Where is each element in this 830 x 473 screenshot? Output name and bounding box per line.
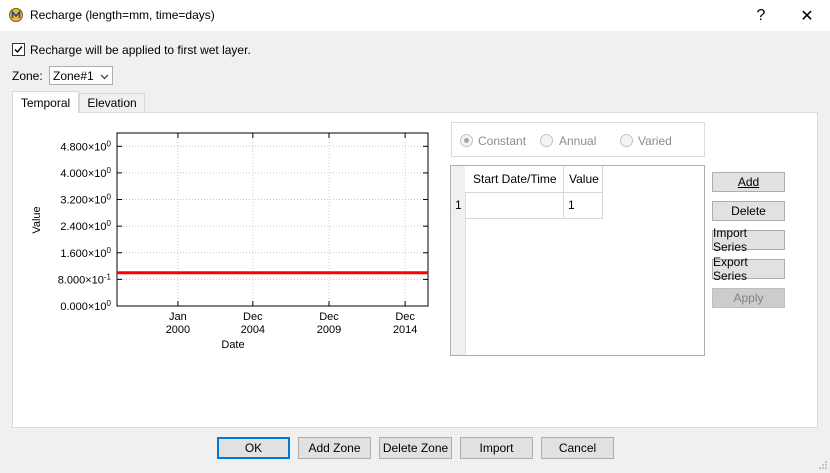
y-tick-label: 4.000×100 — [60, 166, 111, 180]
add-zone-button[interactable]: Add Zone — [298, 437, 371, 459]
checkmark-icon — [14, 46, 23, 54]
tab-temporal[interactable]: Temporal — [12, 91, 79, 113]
apply-first-wet-layer-label[interactable]: Recharge will be applied to first wet la… — [30, 43, 251, 57]
row-header: 1 — [455, 198, 462, 212]
column-header-start-date-label: Start Date/Time — [473, 172, 557, 186]
apply-button-label: Apply — [733, 291, 764, 305]
y-tick-label: 8.000×10-1 — [58, 272, 112, 286]
add-button-label: Add — [737, 175, 760, 189]
constant-label: Constant — [478, 134, 527, 148]
table-cell-start-date[interactable] — [465, 193, 564, 219]
y-tick-label: 4.800×100 — [60, 139, 111, 153]
import-button[interactable]: Import — [460, 437, 533, 459]
zone-label: Zone: — [12, 69, 43, 83]
annual-radio[interactable] — [540, 134, 553, 147]
import-series-button[interactable]: Import Series — [712, 226, 785, 254]
x-tick-label-line2: 2004 — [241, 324, 265, 336]
x-tick-label-line2: 2000 — [166, 324, 190, 336]
y-axis-label: Value — [31, 206, 43, 233]
delete-button[interactable]: Delete — [712, 201, 785, 221]
apply-first-wet-layer-checkbox[interactable] — [12, 43, 25, 56]
add-zone-button-label: Add Zone — [308, 441, 361, 455]
x-tick-label-line1: Dec — [395, 311, 415, 323]
help-icon: ? — [756, 6, 766, 24]
delete-zone-button-label: Delete Zone — [382, 441, 449, 455]
x-tick-label-line1: Dec — [243, 311, 263, 323]
chevron-down-icon — [100, 70, 109, 84]
table-cell-value[interactable]: 1 — [564, 193, 603, 219]
annual-label: Annual — [559, 134, 597, 148]
export-series-button[interactable]: Export Series — [712, 255, 785, 283]
tab-elevation[interactable]: Elevation — [79, 93, 145, 113]
varied-label: Varied — [638, 134, 672, 148]
zone-select[interactable]: Zone#1 — [49, 66, 113, 85]
close-icon: ✕ — [800, 7, 814, 25]
y-tick-label: 2.400×100 — [60, 219, 111, 233]
tab-temporal-label: Temporal — [20, 95, 71, 110]
constant-radio[interactable] — [460, 134, 473, 147]
cancel-button-label: Cancel — [558, 441, 597, 455]
close-button[interactable]: ✕ — [784, 0, 830, 31]
export-series-button-label: Export Series — [713, 255, 748, 283]
ok-button-label: OK — [244, 441, 263, 455]
ok-button[interactable]: OK — [217, 437, 290, 459]
x-tick-label-line1: Jan — [169, 311, 187, 323]
delete-button-label: Delete — [731, 204, 766, 218]
y-tick-label: 0.000×100 — [60, 299, 111, 313]
add-button[interactable]: Add — [712, 172, 785, 192]
recharge-chart: 0.000×100 8.000×10-1 1.600×100 2.400×100 3.2… — [31, 132, 429, 351]
cancel-button[interactable]: Cancel — [541, 437, 614, 459]
column-header-value-label: Value — [569, 172, 599, 186]
x-tick-label-line1: Dec — [319, 311, 339, 323]
import-button-label: Import — [479, 441, 514, 455]
row-header-column — [451, 166, 466, 355]
x-axis-label: Date — [221, 339, 244, 351]
column-header-value[interactable]: Value — [564, 166, 603, 193]
table-cell-value-text: 1 — [568, 198, 575, 212]
app-icon — [9, 8, 23, 22]
zone-select-value: Zone#1 — [53, 69, 94, 83]
delete-zone-button[interactable]: Delete Zone — [379, 437, 452, 459]
x-tick-label-line2: 2014 — [393, 324, 417, 336]
import-series-button-label: Import Series — [713, 226, 748, 254]
varied-radio[interactable] — [620, 134, 633, 147]
plot-frame — [116, 132, 429, 307]
x-tick-label-line2: 2009 — [317, 324, 341, 336]
help-button[interactable]: ? — [738, 0, 784, 31]
y-tick-label: 1.600×100 — [60, 246, 111, 260]
y-tick-label: 3.200×100 — [60, 193, 111, 207]
series-table[interactable]: Start Date/Time Value 1 1 — [450, 165, 705, 356]
tab-elevation-label: Elevation — [87, 96, 137, 110]
apply-button[interactable]: Apply — [712, 288, 785, 308]
column-header-start-date[interactable]: Start Date/Time — [465, 166, 564, 193]
window-title: Recharge (length=mm, time=days) — [30, 8, 215, 22]
